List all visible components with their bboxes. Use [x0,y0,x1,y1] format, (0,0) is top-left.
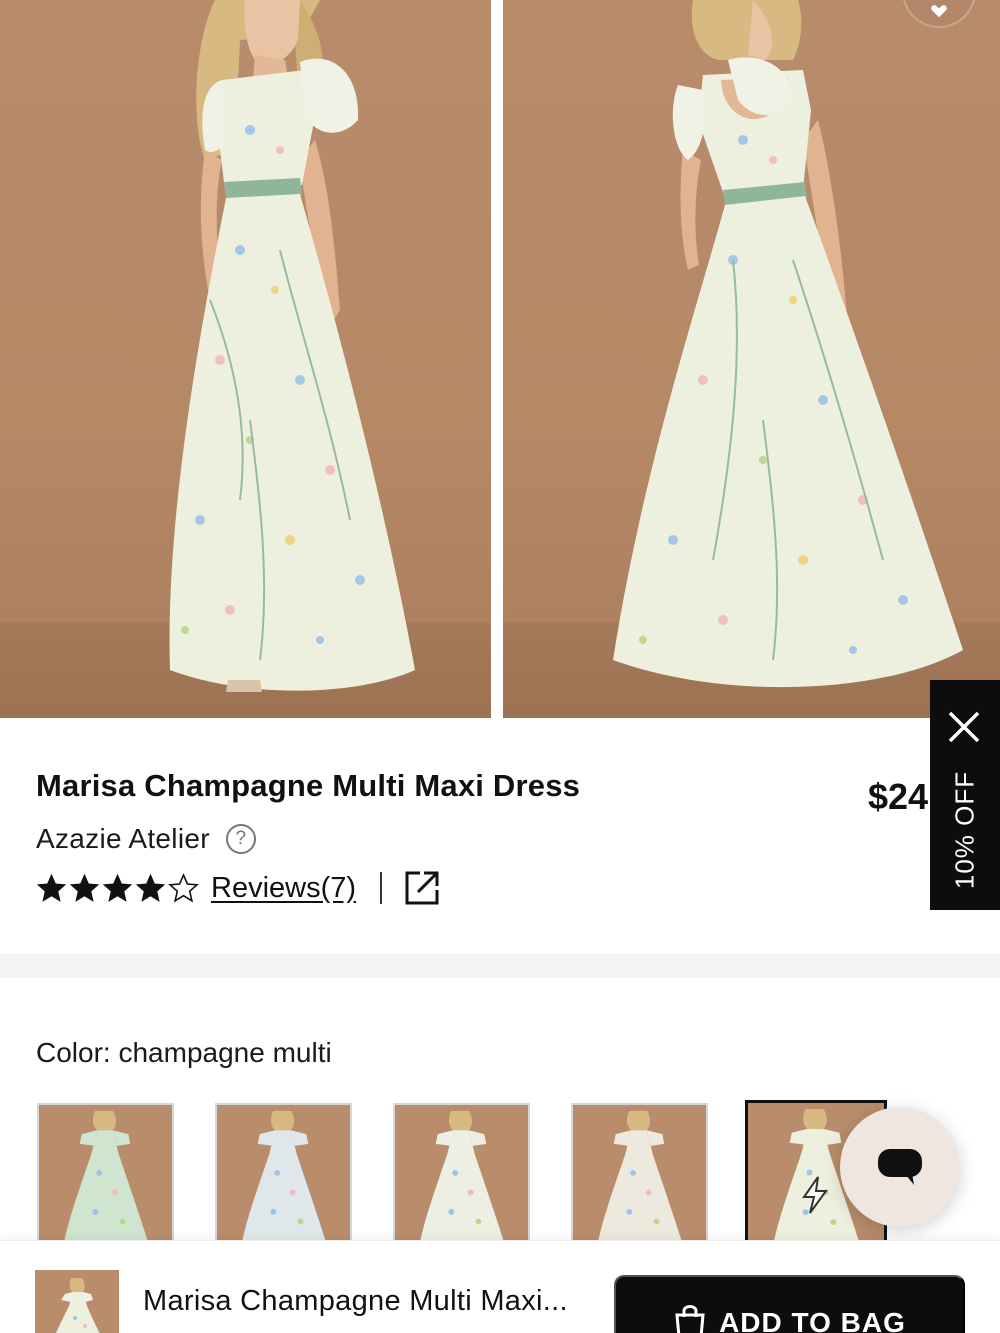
product-title: Marisa Champagne Multi Maxi Dress [36,768,581,803]
model-front-illustration [169,0,415,692]
external-link-icon[interactable] [404,870,440,906]
star-outline-icon [168,872,199,902]
color-swatches [37,1100,897,1245]
product-price: $24 [868,776,929,817]
add-to-bag-label: ADD TO BAG [719,1307,906,1333]
bottom-bar-title: Marisa Champagne Multi Maxi... [143,1285,568,1317]
section-separator [0,954,1000,978]
shopping-bag-icon [675,1305,705,1333]
product-gallery[interactable] [0,0,1000,718]
sticky-add-to-bag-bar: Marisa Champagne Multi Maxi... ADD TO BA… [0,1240,1000,1333]
color-swatch[interactable] [215,1103,352,1243]
dress-swatch-illustration [217,1105,350,1241]
color-swatch[interactable] [393,1103,530,1243]
dress-swatch-illustration [395,1105,528,1241]
star-filled-icon [36,873,67,902]
divider [380,872,383,904]
color-swatch[interactable] [37,1103,174,1243]
chat-button[interactable] [840,1107,960,1227]
rating-row: Reviews(7) [36,870,440,906]
star-filled-icon [102,873,133,902]
dress-swatch-illustration [573,1105,706,1241]
color-label: Color: champagne multi [36,1037,332,1068]
product-info: Marisa Champagne Multi Maxi Dress $24 Az… [0,718,1000,954]
lightning-icon [802,1176,828,1214]
chat-bubble-icon [878,1149,922,1185]
star-rating [36,872,199,904]
discount-tab[interactable]: 10% OFF [930,680,1000,910]
product-photo-back[interactable] [503,0,1000,718]
close-icon[interactable] [947,710,981,744]
dress-swatch-illustration [39,1105,172,1241]
star-filled-icon [135,873,166,902]
bottom-bar-thumbnail [35,1270,119,1333]
question-circle-icon[interactable]: ? [225,824,256,854]
add-to-bag-button[interactable]: ADD TO BAG [614,1275,965,1333]
discount-label[interactable]: 10% OFF [950,771,981,889]
reviews-link[interactable]: Reviews(7) [211,872,356,905]
heart-icon [931,5,947,18]
product-page: Marisa Champagne Multi Maxi Dress $24 Az… [0,0,1000,1333]
brand-name: Azazie Atelier [36,823,210,854]
product-photo-front[interactable] [0,0,491,718]
model-back-illustration [613,0,963,688]
dress-thumbnail-illustration [35,1270,119,1333]
brand-row: Azazie Atelier ? [36,823,256,855]
star-filled-icon [69,873,100,902]
color-swatch[interactable] [571,1103,708,1243]
